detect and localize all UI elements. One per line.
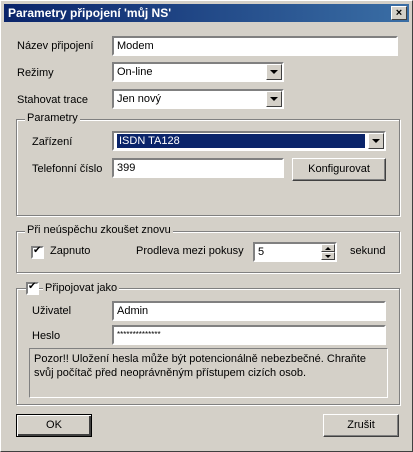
spin-down-icon[interactable]: [321, 252, 335, 260]
delay-value: 5: [258, 246, 265, 258]
trace-select[interactable]: Jen nový: [112, 89, 284, 109]
phone-input[interactable]: 399: [112, 158, 284, 178]
password-warning: Pozor!! Uložení hesla může být potencion…: [29, 348, 388, 398]
chevron-down-icon[interactable]: [266, 64, 282, 80]
user-input[interactable]: Admin: [112, 301, 386, 321]
mode-value: On-line: [117, 66, 153, 78]
dialog-window: Parametry připojení 'můj NS' × Název při…: [0, 0, 413, 452]
title-bar[interactable]: Parametry připojení 'můj NS' ×: [4, 4, 409, 22]
password-input[interactable]: **************: [112, 325, 386, 345]
device-label: Zařízení: [32, 136, 73, 148]
parameters-legend: Parametry: [25, 112, 80, 124]
device-value: ISDN TA128: [117, 134, 365, 148]
retry-enabled-label: Zapnuto: [50, 245, 91, 257]
connection-name-input[interactable]: Modem: [112, 36, 398, 56]
delay-unit: sekund: [350, 245, 386, 257]
delay-stepper[interactable]: 5: [253, 242, 337, 262]
trace-value: Jen nový: [117, 93, 162, 105]
login-legend: Připojovat jako: [43, 282, 120, 294]
password-label: Heslo: [32, 330, 61, 342]
window-title: Parametry připojení 'můj NS': [8, 6, 172, 20]
device-select[interactable]: ISDN TA128: [112, 131, 386, 151]
chevron-down-icon[interactable]: [266, 91, 282, 107]
user-label: Uživatel: [32, 305, 72, 317]
phone-label: Telefonní číslo: [32, 163, 103, 175]
mode-label: Režimy: [17, 67, 54, 79]
close-button[interactable]: ×: [391, 6, 407, 20]
delay-label: Prodleva mezi pokusy: [136, 245, 244, 257]
ok-button[interactable]: OK: [16, 414, 92, 437]
trace-label: Stahovat trace: [17, 94, 88, 106]
mode-select[interactable]: On-line: [112, 62, 284, 82]
configure-button[interactable]: Konfigurovat: [292, 158, 386, 181]
retry-legend: Při neúspěchu zkoušet znovu: [25, 224, 173, 236]
connection-name-label: Název připojení: [17, 40, 94, 52]
spin-up-icon[interactable]: [321, 244, 335, 252]
chevron-down-icon[interactable]: [368, 133, 384, 149]
cancel-button[interactable]: Zrušit: [323, 414, 399, 437]
spin-buttons: [321, 244, 335, 260]
retry-enabled-checkbox[interactable]: [31, 245, 44, 259]
login-enabled-checkbox[interactable]: [26, 281, 39, 295]
